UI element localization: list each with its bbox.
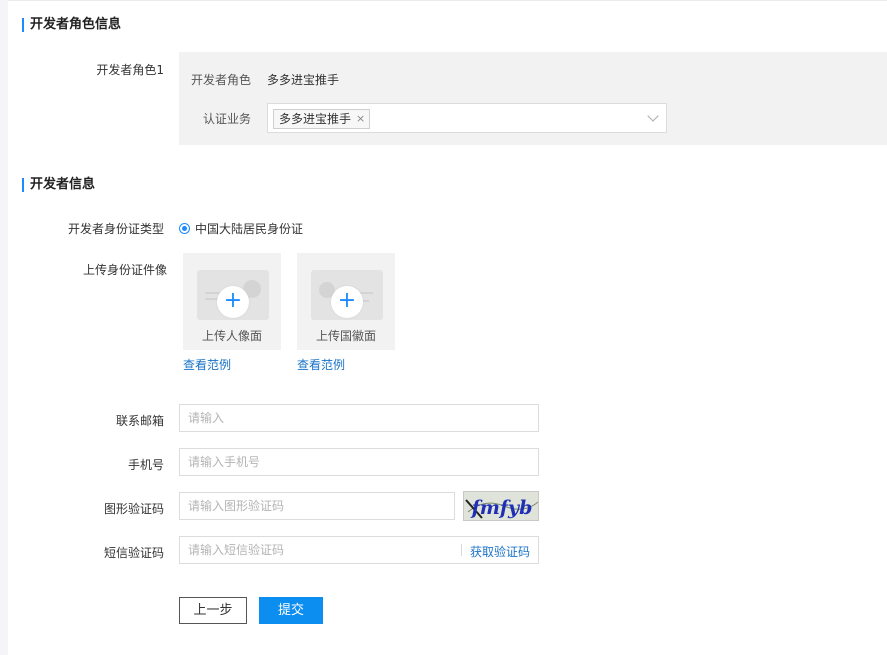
role-key: 开发者角色 [191, 73, 252, 87]
role-box: 开发者角色 多多进宝推手 认证业务 多多进宝推手 × [179, 52, 887, 145]
captcha-label: 图形验证码 [103, 502, 164, 516]
id-type-label: 开发者身份证类型 [67, 222, 164, 236]
tag-remove-icon[interactable]: × [356, 110, 365, 128]
email-field[interactable] [179, 404, 539, 432]
captcha-text: fmfyb [470, 497, 533, 519]
cert-business-select[interactable]: 多多进宝推手 × [267, 103, 667, 133]
dev-section-title: 开发者信息 [22, 178, 95, 192]
page: 开发者角色信息 开发者角色1 开发者角色 多多进宝推手 认证业务 多多进宝推手 … [8, 0, 887, 655]
cert-tag: 多多进宝推手 × [273, 109, 371, 129]
captcha-image[interactable]: fmfyb [463, 491, 539, 521]
id-type-radio[interactable]: 中国大陆居民身份证 [179, 220, 303, 237]
captcha-noise: fmfyb [464, 492, 538, 520]
upload-back-caption: 上传国徽面 [315, 329, 376, 343]
prev-step-button[interactable]: 上一步 [179, 597, 247, 624]
email-label: 联系邮箱 [115, 414, 164, 428]
cert-tag-label: 多多进宝推手 [279, 112, 352, 126]
upload-front-caption: 上传人像面 [201, 329, 262, 343]
view-example-link-front[interactable]: 查看范例 [183, 356, 231, 373]
role-section-title: 开发者角色信息 [22, 18, 121, 32]
phone-label: 手机号 [127, 458, 164, 472]
captcha-field[interactable] [179, 492, 455, 520]
upload-label: 上传身份证件像 [82, 263, 167, 277]
submit-button[interactable]: 提交 [259, 597, 323, 624]
get-sms-code-button[interactable]: 获取验证码 [470, 543, 530, 560]
sms-label: 短信验证码 [103, 546, 164, 560]
plus-icon[interactable]: + [331, 286, 363, 318]
chevron-down-icon[interactable] [647, 110, 659, 122]
upload-front[interactable]: + 上传人像面 [183, 253, 281, 350]
plus-icon[interactable]: + [217, 286, 249, 318]
phone-field[interactable] [179, 448, 539, 476]
id-type-option: 中国大陆居民身份证 [195, 222, 304, 236]
role-label: 开发者角色1 [96, 63, 164, 77]
divider [461, 544, 462, 556]
role-value: 多多进宝推手 [267, 73, 340, 87]
cert-key: 认证业务 [203, 112, 252, 126]
view-example-link-back[interactable]: 查看范例 [297, 356, 345, 373]
radio-checked-icon[interactable] [179, 223, 190, 234]
upload-back[interactable]: + 上传国徽面 [297, 253, 395, 350]
sms-code-group: 获取验证码 [179, 536, 539, 564]
